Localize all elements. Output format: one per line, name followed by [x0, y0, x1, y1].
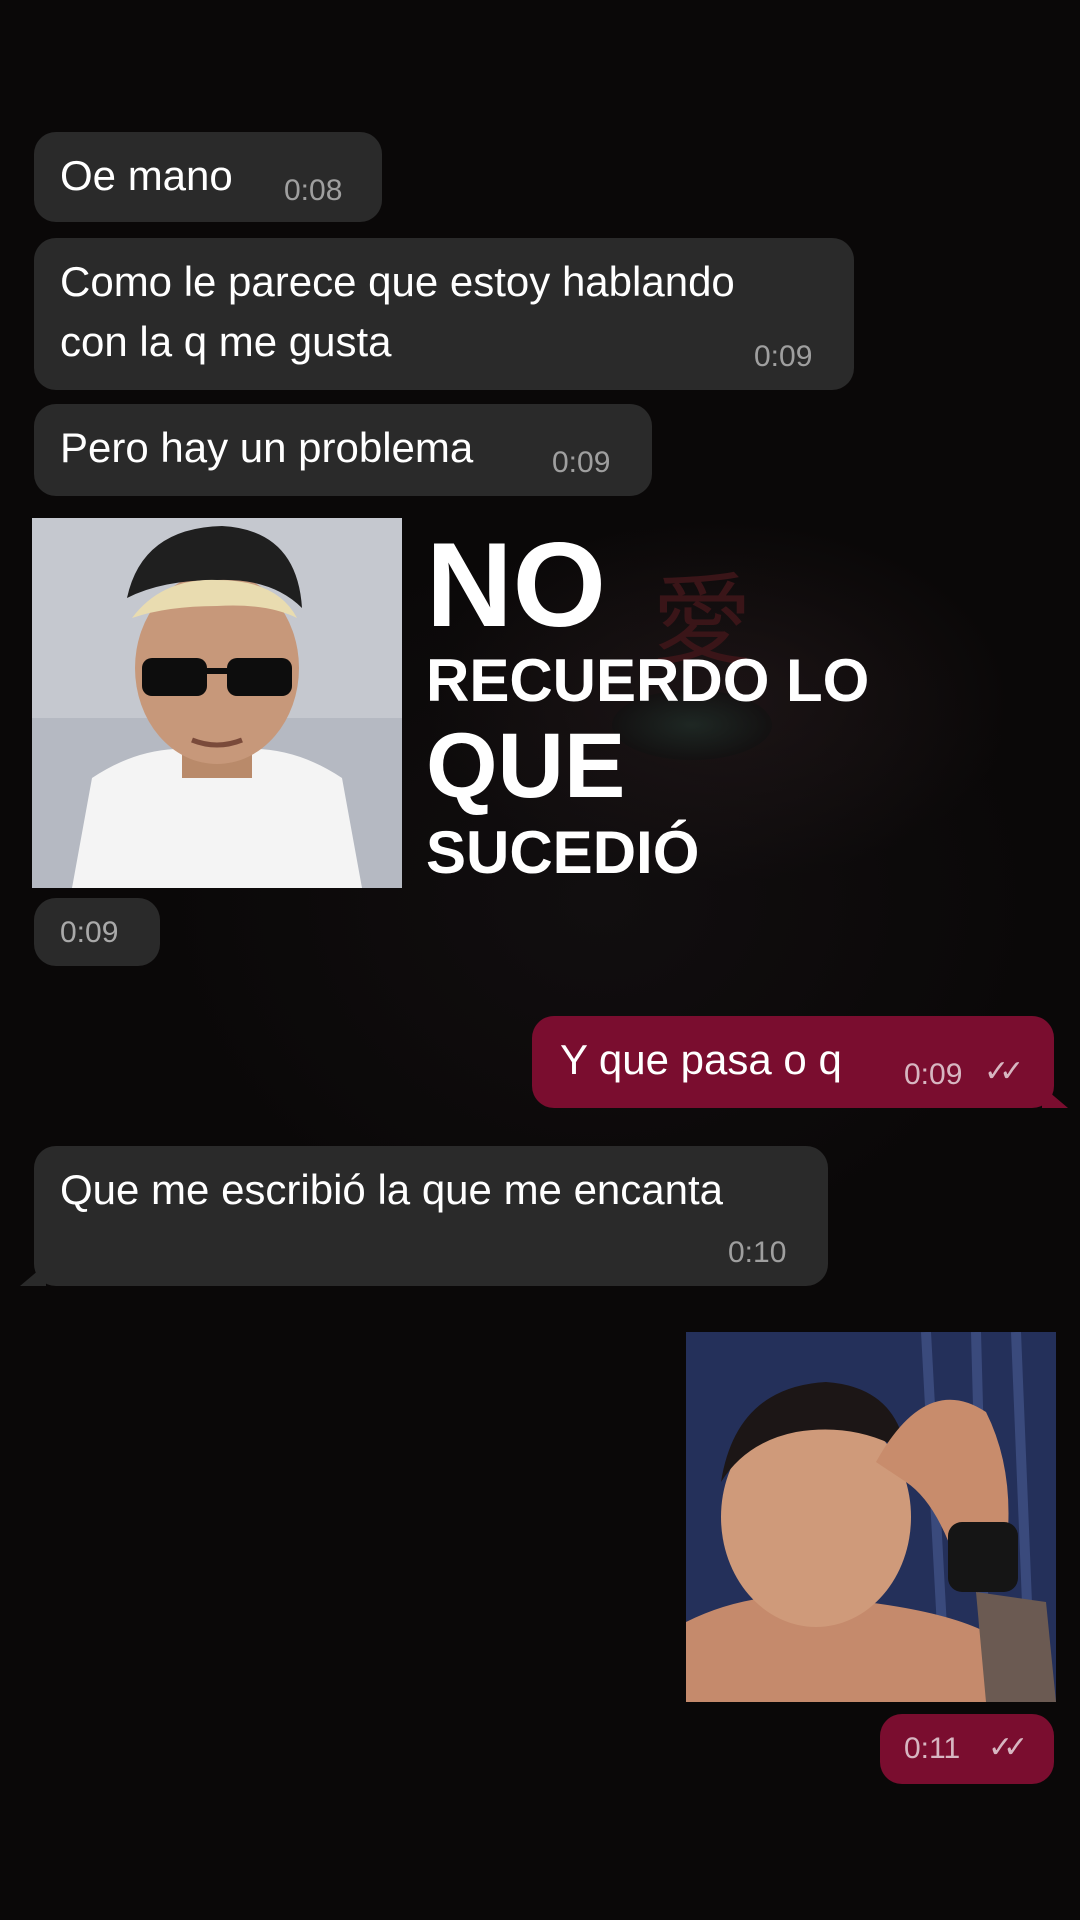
message-time: 0:09 [904, 1058, 963, 1091]
message-time: 0:09 [60, 916, 119, 949]
message-time: 0:10 [728, 1236, 787, 1269]
message-time: 0:09 [552, 446, 611, 479]
sticker-time-badge: 0:09 [34, 898, 160, 966]
double-check-icon: ✓✓ [988, 1731, 1028, 1764]
incoming-message[interactable]: Como le parece que estoy hablando con la… [34, 238, 854, 390]
sent-photo[interactable] [686, 1332, 1056, 1702]
bubble-tail [20, 1264, 46, 1286]
message-text-line2: con la q me gusta [60, 318, 392, 365]
person-photo-illustration [32, 518, 402, 888]
double-check-icon: ✓✓ [984, 1055, 1024, 1088]
message-text: Y que pasa o q [560, 1036, 842, 1083]
outgoing-message[interactable]: Y que pasa o q 0:09 ✓✓ [532, 1016, 1068, 1108]
message-time: 0:09 [754, 340, 813, 373]
message-text-line1: Como le parece que estoy hablando [60, 258, 735, 305]
incoming-message[interactable]: Oe mano 0:08 [34, 132, 382, 222]
message-time: 0:08 [284, 174, 343, 207]
meme-caption-line1: NO [426, 518, 606, 652]
meme-caption-line4: SUCEDIÓ [426, 819, 700, 886]
meme-caption-line2: RECUERDO LO [426, 647, 870, 714]
incoming-message[interactable]: Pero hay un problema 0:09 [34, 404, 652, 496]
photo-time-badge: 0:11 ✓✓ [880, 1714, 1054, 1784]
message-text: Oe mano [60, 152, 233, 199]
meme-photo [32, 518, 402, 888]
meme-caption-line3: QUE [426, 715, 626, 817]
message-text: Que me escribió la que me encanta [60, 1166, 724, 1213]
message-time: 0:11 [904, 1732, 961, 1765]
bubble-tail [1042, 1086, 1068, 1108]
selfie-photo-illustration [686, 1332, 1056, 1702]
message-text: Pero hay un problema [60, 424, 474, 471]
incoming-message[interactable]: Que me escribió la que me encanta 0:10 [20, 1146, 828, 1286]
